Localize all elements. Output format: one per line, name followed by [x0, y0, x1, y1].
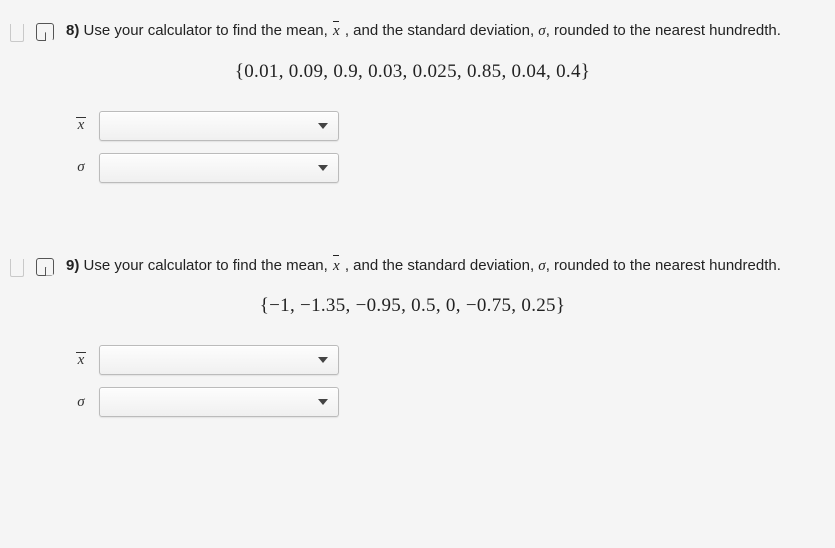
- question-8: 8) Use your calculator to find the mean,…: [0, 0, 835, 235]
- mean-dropdown[interactable]: [99, 111, 339, 141]
- chevron-down-icon: [318, 399, 328, 405]
- xbar-symbol: x: [332, 255, 341, 278]
- answer-row-sigma: σ: [73, 153, 815, 183]
- answer-rows: x σ: [73, 111, 815, 183]
- sigma-label: σ: [73, 159, 89, 176]
- sigma-symbol: σ: [538, 23, 545, 39]
- chevron-down-icon: [318, 165, 328, 171]
- note-icon[interactable]: [36, 23, 54, 41]
- dataset-display: {0.01, 0.09, 0.9, 0.03, 0.025, 0.85, 0.0…: [10, 61, 815, 83]
- answer-rows: x σ: [73, 345, 815, 417]
- sigma-dropdown[interactable]: [99, 153, 339, 183]
- answer-row-mean: x: [73, 111, 815, 141]
- question-header: 8) Use your calculator to find the mean,…: [10, 20, 815, 43]
- prompt-text-3: , rounded to the nearest hundredth.: [546, 22, 781, 39]
- sigma-label: σ: [73, 394, 89, 411]
- sigma-symbol: σ: [538, 258, 545, 274]
- xbar-symbol: x: [332, 20, 341, 43]
- prompt-text-2: , and the standard deviation,: [341, 22, 539, 39]
- bookmark-icon[interactable]: [10, 24, 24, 42]
- chevron-down-icon: [318, 123, 328, 129]
- chevron-down-icon: [318, 357, 328, 363]
- prompt-text-1: Use your calculator to find the mean,: [84, 257, 332, 274]
- prompt-text-2: , and the standard deviation,: [341, 257, 539, 274]
- question-number: 8): [66, 22, 79, 39]
- question-number: 9): [66, 257, 79, 274]
- question-prompt: 8) Use your calculator to find the mean,…: [66, 20, 815, 43]
- question-header: 9) Use your calculator to find the mean,…: [10, 255, 815, 278]
- question-prompt: 9) Use your calculator to find the mean,…: [66, 255, 815, 278]
- prompt-text-3: , rounded to the nearest hundredth.: [546, 257, 781, 274]
- answer-row-sigma: σ: [73, 387, 815, 417]
- mean-label: x: [73, 117, 89, 134]
- bookmark-icon[interactable]: [10, 259, 24, 277]
- note-icon[interactable]: [36, 258, 54, 276]
- answer-row-mean: x: [73, 345, 815, 375]
- mean-label: x: [73, 352, 89, 369]
- dataset-display: {−1, −1.35, −0.95, 0.5, 0, −0.75, 0.25}: [10, 295, 815, 317]
- mean-dropdown[interactable]: [99, 345, 339, 375]
- prompt-text-1: Use your calculator to find the mean,: [84, 22, 332, 39]
- sigma-dropdown[interactable]: [99, 387, 339, 417]
- question-9: 9) Use your calculator to find the mean,…: [0, 235, 835, 470]
